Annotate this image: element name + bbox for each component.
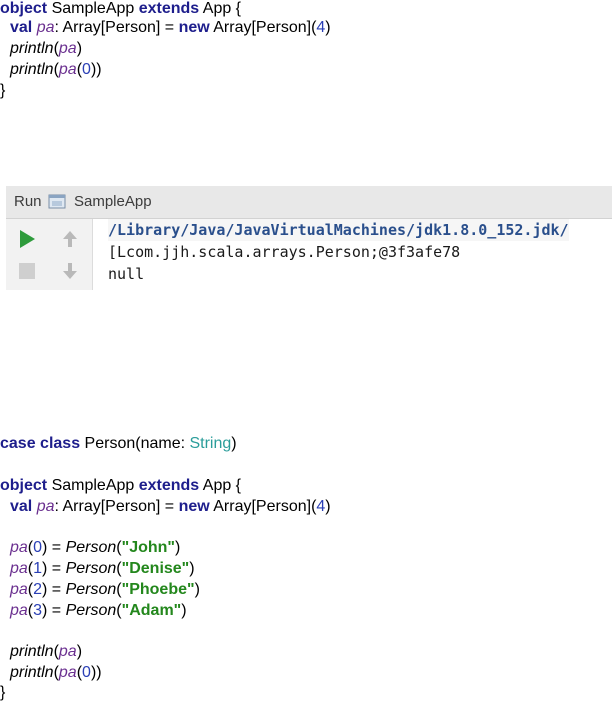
run-toolbar <box>6 219 93 290</box>
keyword: val <box>10 19 33 36</box>
type-text: : Array[Person] = <box>54 498 179 515</box>
number: 4 <box>316 498 326 515</box>
number: 0 <box>82 664 91 681</box>
punctuation: ) = <box>42 539 66 556</box>
console-output-line: [Lcom.jjh.scala.arrays.Person;@3f3afe78 <box>108 243 461 261</box>
string-literal: "Denise" <box>121 560 190 577</box>
function-name: println <box>10 61 54 78</box>
punctuation: ) <box>325 19 331 36</box>
punctuation: ) <box>76 40 83 57</box>
type-text: Array[Person]( <box>209 19 317 36</box>
code-line: pa(3) = Person("Adam") <box>10 601 187 621</box>
identifier: SampleApp <box>47 477 139 494</box>
type-text: : Array[Person] = <box>54 19 179 36</box>
arrow-up-icon[interactable] <box>58 227 82 251</box>
identifier: Person(name: <box>80 435 190 452</box>
function-name: println <box>10 40 54 57</box>
number: 2 <box>33 581 43 598</box>
code-line: pa(0) = Person("John") <box>10 538 180 558</box>
punctuation: } <box>0 82 6 99</box>
type-name: String <box>189 435 232 452</box>
code-line: } <box>0 683 5 703</box>
string-literal: "Adam" <box>121 602 182 619</box>
code-line: object SampleApp extends App { <box>0 476 241 496</box>
number: 0 <box>33 539 43 556</box>
function-name: Person <box>65 581 117 598</box>
variable: pa <box>58 643 77 660</box>
code-line: println(pa(0)) <box>10 60 102 80</box>
function-name: Person <box>65 539 117 556</box>
variable: pa <box>58 664 77 681</box>
keyword: extends <box>138 0 200 17</box>
punctuation: ) <box>325 498 331 515</box>
punctuation: } <box>0 684 6 701</box>
code-line: println(pa) <box>10 642 82 662</box>
identifier: SampleApp <box>47 0 139 17</box>
keyword: new <box>178 19 210 36</box>
code-line: println(pa) <box>10 39 82 59</box>
play-icon[interactable] <box>15 227 39 251</box>
keyword: class <box>40 435 81 452</box>
app-window-icon <box>48 193 66 211</box>
punctuation: ) = <box>42 602 66 619</box>
keyword: val <box>10 498 33 515</box>
number: 4 <box>316 19 326 36</box>
stop-icon[interactable] <box>15 259 39 283</box>
punctuation: )) <box>90 664 102 681</box>
run-tool-window-header: Run SampleApp <box>6 186 612 219</box>
variable: pa <box>10 581 28 598</box>
function-name: println <box>10 643 54 660</box>
code-line: val pa: Array[Person] = new Array[Person… <box>10 18 331 38</box>
punctuation: ) <box>181 602 187 619</box>
keyword: object <box>0 477 48 494</box>
string-literal: "Phoebe" <box>121 581 195 598</box>
punctuation: ) <box>231 435 237 452</box>
code-line: pa(2) = Person("Phoebe") <box>10 580 200 600</box>
keyword: case <box>0 435 36 452</box>
code-line: case class Person(name: String) <box>0 434 237 454</box>
keyword: new <box>178 498 210 515</box>
punctuation: )) <box>90 61 102 78</box>
function-name: Person <box>65 560 117 577</box>
function-name: Person <box>65 602 117 619</box>
code-line: println(pa(0)) <box>10 663 102 683</box>
code-line: val pa: Array[Person] = new Array[Person… <box>10 497 331 517</box>
identifier: App { <box>199 477 242 494</box>
variable: pa <box>10 539 28 556</box>
console-output-line: /Library/Java/JavaVirtualMachines/jdk1.8… <box>108 219 569 241</box>
variable: pa <box>58 61 77 78</box>
punctuation: ) <box>175 539 181 556</box>
arrow-down-icon[interactable] <box>58 259 82 283</box>
punctuation: ) = <box>42 581 66 598</box>
console-output-line: null <box>108 265 145 283</box>
number: 3 <box>33 602 43 619</box>
code-line: } <box>0 81 5 101</box>
type-text: Array[Person]( <box>209 498 317 515</box>
keyword: extends <box>138 477 200 494</box>
variable: pa <box>58 40 77 57</box>
variable: pa <box>10 560 28 577</box>
string-literal: "John" <box>121 539 176 556</box>
run-config-name[interactable]: SampleApp <box>74 193 152 210</box>
punctuation: ) <box>76 643 83 660</box>
identifier: App { <box>199 0 242 17</box>
number: 0 <box>82 61 91 78</box>
variable: pa <box>10 602 28 619</box>
punctuation: ) <box>194 581 200 598</box>
number: 1 <box>33 560 43 577</box>
variable: pa <box>36 498 55 515</box>
punctuation: ) <box>189 560 195 577</box>
function-name: println <box>10 664 54 681</box>
code-line: object SampleApp extends App { <box>0 0 241 19</box>
punctuation: ) = <box>42 560 66 577</box>
variable: pa <box>36 19 55 36</box>
run-tool-window: Run SampleApp /Library/Java/JavaVirtualM… <box>6 186 612 290</box>
code-line: pa(1) = Person("Denise") <box>10 559 195 579</box>
keyword: object <box>0 0 48 17</box>
run-tab-label[interactable]: Run <box>14 193 42 210</box>
